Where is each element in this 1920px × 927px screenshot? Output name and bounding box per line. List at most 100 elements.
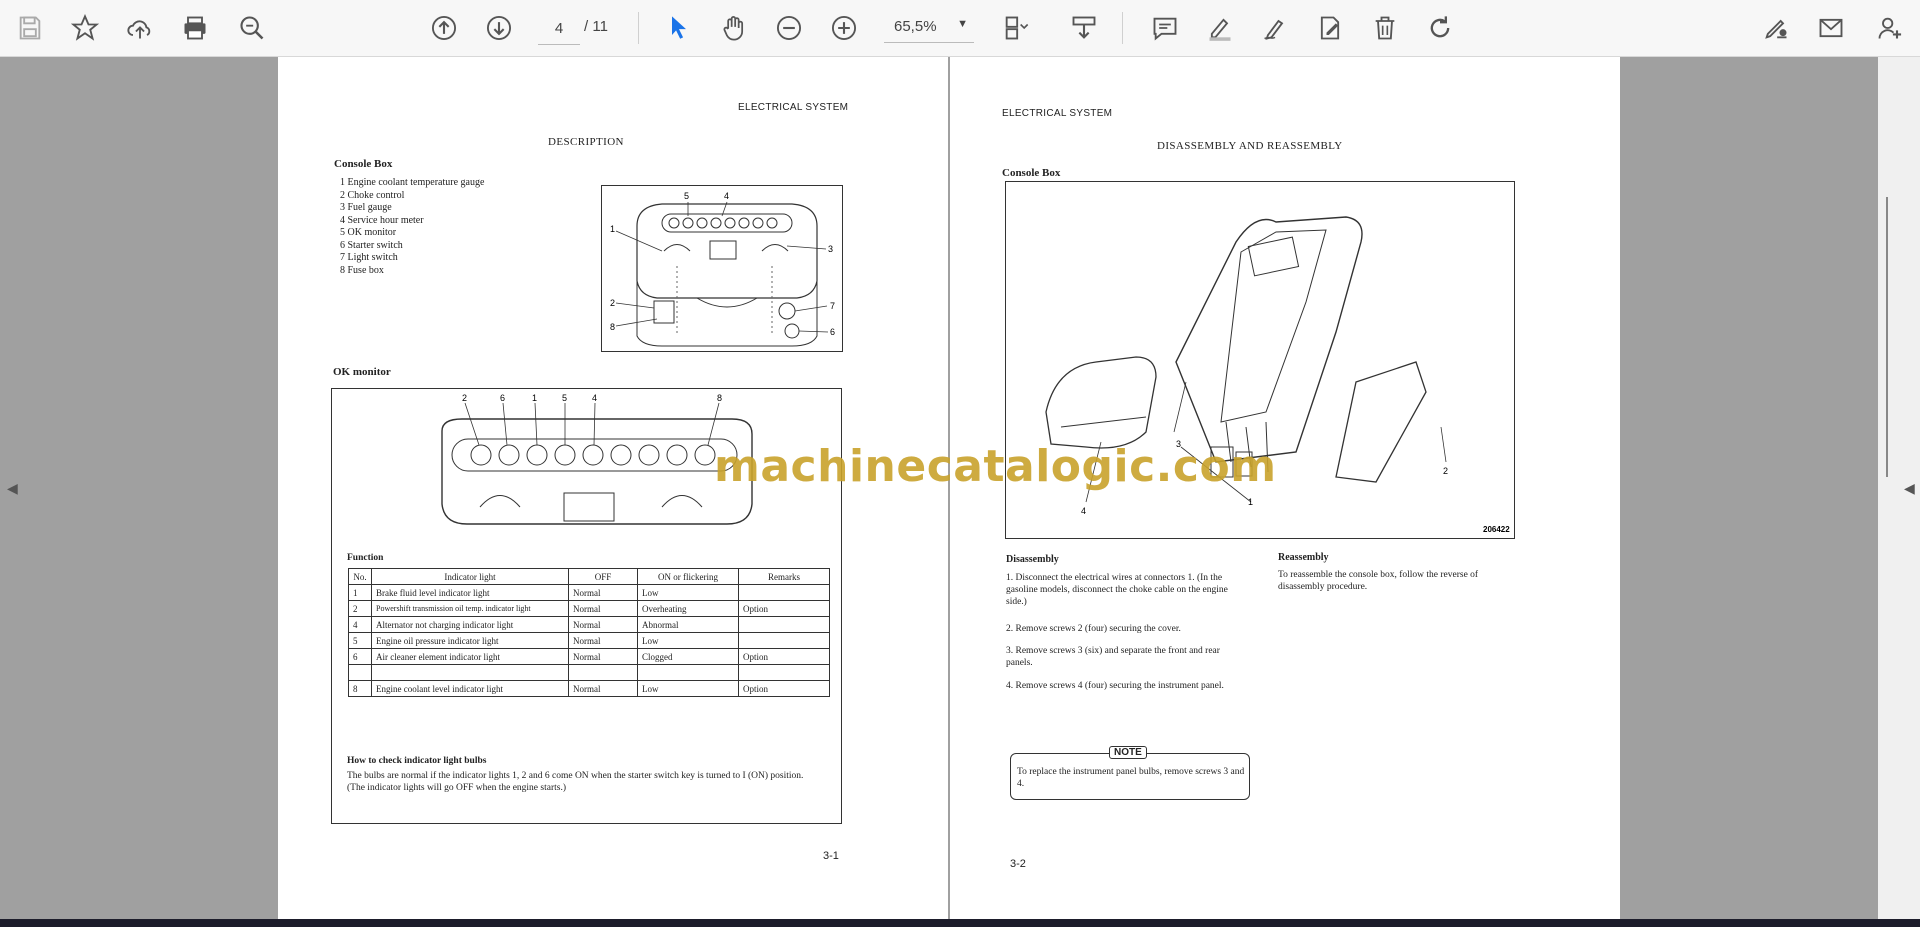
- draw-pen-icon[interactable]: [1257, 10, 1293, 46]
- table-row: [348, 664, 830, 681]
- table-cell: [738, 616, 830, 633]
- table-cell: [371, 664, 569, 681]
- table-cell: Engine oil pressure indicator light: [371, 632, 569, 649]
- figure-callout: 1: [1248, 497, 1253, 507]
- list-item: 6 Starter switch: [340, 239, 403, 251]
- hand-tool-icon[interactable]: [716, 10, 752, 46]
- table-row: 8 Engine coolant level indicator light N…: [348, 680, 830, 697]
- diagram-callout: 2: [462, 393, 467, 403]
- comment-icon[interactable]: [1147, 10, 1183, 46]
- page-title: DESCRIPTION: [548, 136, 624, 148]
- table-cell: [738, 632, 830, 649]
- table-cell: Clogged: [637, 648, 739, 665]
- note-box: NOTE To replace the instrument panel bul…: [1010, 746, 1250, 800]
- table-cell: [637, 664, 739, 681]
- diagram-callout: 5: [562, 393, 567, 403]
- disassembly-step: 1. Disconnect the electrical wires at co…: [1006, 573, 1228, 607]
- table-cell: Overheating: [637, 600, 739, 617]
- list-item: 1 Engine coolant temperature gauge: [340, 177, 485, 188]
- diagram-callout: 8: [610, 322, 615, 332]
- toolbar: / 11 65,5% ▼: [0, 0, 1920, 57]
- list-item: 3 Fuel gauge: [340, 202, 392, 213]
- disassembly-step: 4. Remove screws 4 (four) securing the i…: [1006, 681, 1224, 691]
- right-panel-toggle-icon[interactable]: ◀: [1904, 480, 1915, 497]
- sign-icon[interactable]: [1758, 10, 1794, 46]
- diagram-callout: 4: [592, 393, 597, 403]
- chevron-down-icon: ▼: [957, 18, 968, 30]
- download-tray-icon[interactable]: [1066, 10, 1102, 46]
- watermark-text: machinecatalogic.com: [714, 441, 1277, 492]
- page-down-icon[interactable]: [481, 10, 517, 46]
- page-up-icon[interactable]: [426, 10, 462, 46]
- disassembly-step: 2. Remove screws 2 (four) securing the c…: [1006, 624, 1181, 634]
- note-label: NOTE: [1109, 746, 1147, 759]
- table-row: 2 Powershift transmission oil temp. indi…: [348, 600, 830, 617]
- indicator-table: No. Indicator light OFF ON or flickering…: [348, 568, 830, 697]
- table-cell: 8: [348, 680, 372, 697]
- page-title: DISASSEMBLY AND REASSEMBLY: [1157, 140, 1343, 152]
- bookmark-star-icon[interactable]: [67, 10, 103, 46]
- table-cell: 4: [348, 616, 372, 633]
- note-text: To replace the instrument panel bulbs, r…: [1017, 767, 1245, 789]
- zoom-search-icon[interactable]: [234, 10, 270, 46]
- edit-doc-icon[interactable]: [1312, 10, 1348, 46]
- table-cell: Normal: [568, 648, 638, 665]
- bottom-bar: [0, 919, 1920, 927]
- table-row: 1 Brake fluid level indicator light Norm…: [348, 584, 830, 601]
- table-cell: 1: [348, 584, 372, 601]
- table-header-row: No. Indicator light OFF ON or flickering…: [348, 568, 830, 585]
- scrollbar-thumb[interactable]: [1886, 197, 1888, 477]
- diagram-callout: 4: [724, 191, 729, 201]
- table-cell: [738, 664, 830, 681]
- console-box-heading: Console Box: [1002, 167, 1061, 179]
- page-header: ELECTRICAL SYSTEM: [1002, 108, 1113, 119]
- table-cell: Option: [738, 648, 830, 665]
- ok-monitor-heading: OK monitor: [333, 366, 391, 378]
- figure-callout: 4: [1081, 506, 1086, 516]
- diagram-callout: 8: [717, 393, 722, 403]
- left-panel-toggle-icon[interactable]: ◀: [7, 480, 18, 497]
- console-box-heading: Console Box: [334, 158, 393, 170]
- diagram-callout: 1: [532, 393, 537, 403]
- table-cell: Normal: [568, 632, 638, 649]
- diagram-callout: 3: [828, 244, 833, 254]
- table-cell: Normal: [568, 680, 638, 697]
- table-row: 4 Alternator not charging indicator ligh…: [348, 616, 830, 633]
- table-cell: Low: [637, 632, 739, 649]
- zoom-in-icon[interactable]: [826, 10, 862, 46]
- table-cell: Abnormal: [637, 616, 739, 633]
- table-cell: [348, 664, 372, 681]
- column-header: Indicator light: [371, 568, 569, 585]
- list-item: 4 Service hour meter: [340, 214, 424, 226]
- table-cell: [738, 584, 830, 601]
- table-cell: 2: [348, 600, 372, 617]
- page-number: 3-2: [1010, 858, 1026, 870]
- right-panel: ◀: [1878, 57, 1920, 919]
- mail-icon[interactable]: [1813, 10, 1849, 46]
- column-header: Remarks: [738, 568, 830, 585]
- column-header: OFF: [568, 568, 638, 585]
- function-label: Function: [347, 553, 384, 563]
- zoom-out-icon[interactable]: [771, 10, 807, 46]
- upload-cloud-icon[interactable]: [122, 10, 158, 46]
- reassembly-heading: Reassembly: [1278, 552, 1329, 563]
- page-view-icon[interactable]: [998, 10, 1034, 46]
- add-user-icon[interactable]: [1872, 10, 1908, 46]
- save-icon[interactable]: [12, 10, 48, 46]
- check-heading: How to check indicator light bulbs: [347, 756, 487, 766]
- highlight-pen-icon[interactable]: [1202, 10, 1238, 46]
- print-icon[interactable]: [177, 10, 213, 46]
- list-item: 5 OK monitor: [340, 227, 397, 238]
- table-cell: 5: [348, 632, 372, 649]
- table-row: 5 Engine oil pressure indicator light No…: [348, 632, 830, 649]
- delete-icon[interactable]: [1367, 10, 1403, 46]
- page-number: 3-1: [823, 850, 839, 862]
- table-row: 6 Air cleaner element indicator light No…: [348, 648, 830, 665]
- figure-callout: 2: [1443, 466, 1448, 476]
- diagram-callout: 1: [610, 224, 615, 234]
- redo-icon[interactable]: [1422, 10, 1458, 46]
- zoom-select[interactable]: 65,5% ▼: [884, 12, 974, 43]
- table-cell: [568, 664, 638, 681]
- page-number-input[interactable]: [538, 12, 580, 45]
- select-cursor-icon[interactable]: [661, 10, 697, 46]
